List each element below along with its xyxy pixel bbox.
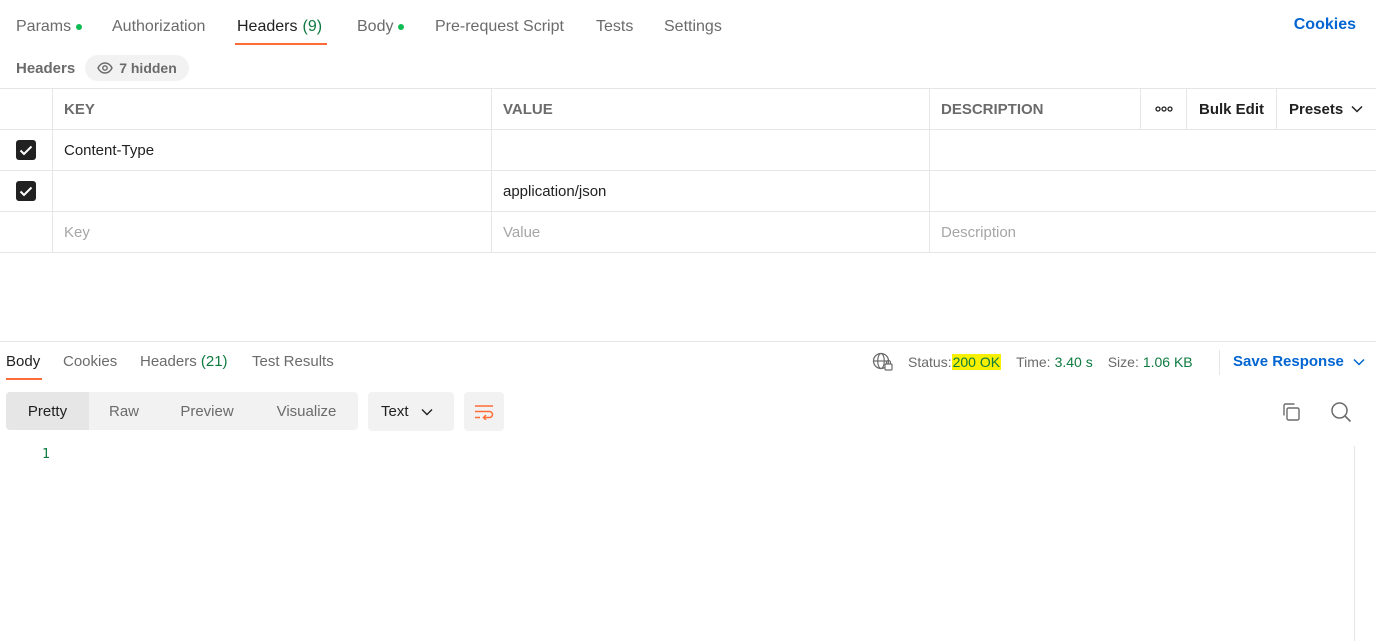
tab-count: (9) — [302, 18, 323, 35]
modified-dot-icon — [398, 24, 405, 30]
tab-label: Authorization — [112, 18, 206, 35]
row-enabled-checkbox[interactable] — [16, 181, 36, 201]
key-cell[interactable] — [52, 171, 491, 211]
table-header-row: KEY VALUE DESCRIPTION Bulk Edit Presets — [0, 88, 1376, 130]
tab-label: Tests — [596, 18, 634, 35]
tab-body[interactable]: Body — [357, 16, 405, 38]
tab-settings[interactable]: Settings — [664, 16, 722, 38]
tab-count: (21) — [200, 353, 228, 370]
save-response-label: Save Response — [1233, 353, 1344, 370]
value-cell[interactable] — [491, 130, 929, 170]
response-tab-headers[interactable]: Headers (21) — [140, 353, 228, 370]
chevron-down-icon — [1353, 358, 1365, 366]
language-select-value: Text — [381, 403, 409, 420]
eye-icon — [97, 62, 113, 74]
row-checkbox-cell — [0, 171, 52, 211]
active-response-tab-indicator — [6, 378, 42, 380]
value-cell[interactable]: application/json — [491, 171, 929, 211]
time-label: Time: — [1016, 354, 1051, 370]
active-tab-indicator — [235, 43, 327, 45]
row-enabled-checkbox[interactable] — [16, 140, 36, 160]
headers-subheader: Headers 7 hidden — [16, 55, 189, 81]
new-entry-row: Key Value Description — [0, 212, 1376, 253]
response-status-bar: Status: 200 OK Time: 3.40 s Size: 1.06 K… — [872, 351, 1193, 373]
modified-dot-icon — [76, 24, 83, 30]
column-header-key: KEY — [52, 89, 491, 129]
tab-params[interactable]: Params — [16, 16, 83, 38]
format-visualize-button[interactable]: Visualize — [255, 392, 358, 430]
description-cell[interactable] — [929, 171, 1376, 211]
hidden-headers-toggle[interactable]: 7 hidden — [85, 55, 189, 81]
tab-label: Body — [357, 18, 394, 35]
checkmark-icon — [19, 145, 33, 155]
cookies-link[interactable]: Cookies — [1294, 16, 1356, 34]
response-tab-cookies[interactable]: Cookies — [63, 353, 117, 370]
checkmark-icon — [19, 186, 33, 196]
column-header-value: VALUE — [491, 89, 929, 129]
format-preview-button[interactable]: Preview — [159, 392, 255, 430]
tab-label: Headers — [140, 353, 197, 370]
size-value[interactable]: 1.06 KB — [1143, 354, 1193, 370]
more-options-button[interactable] — [1140, 89, 1186, 129]
tab-label: Settings — [664, 18, 722, 35]
row-checkbox-cell — [0, 212, 52, 252]
time-value[interactable]: 3.40 s — [1055, 354, 1093, 370]
value-input[interactable]: Value — [491, 212, 929, 252]
status-label: Status: — [908, 354, 952, 370]
headers-table: KEY VALUE DESCRIPTION Bulk Edit Presets — [0, 88, 1376, 253]
column-header-description: DESCRIPTION — [929, 89, 1140, 129]
wrap-lines-icon — [475, 404, 494, 420]
search-icon — [1331, 402, 1352, 423]
status-value[interactable]: 200 OK — [951, 354, 1002, 370]
description-input[interactable]: Description — [929, 212, 1376, 252]
response-tab-test-results[interactable]: Test Results — [252, 353, 334, 370]
tab-label: Pre-request Script — [435, 18, 564, 35]
more-horizontal-icon — [1154, 106, 1173, 112]
tab-label: Params — [16, 18, 72, 35]
save-response-button[interactable]: Save Response — [1233, 353, 1365, 370]
row-checkbox-cell — [0, 130, 52, 170]
network-globe-icon[interactable] — [872, 352, 894, 372]
key-cell[interactable]: Content-Type — [52, 130, 491, 170]
headers-section-title: Headers — [16, 59, 76, 77]
tab-headers[interactable]: Headers (9) — [237, 16, 322, 38]
line-number: 1 — [42, 447, 50, 462]
chevron-down-icon — [1351, 105, 1363, 113]
presets-dropdown[interactable]: Presets — [1276, 89, 1376, 129]
size-label: Size: — [1107, 354, 1139, 370]
key-input[interactable]: Key — [52, 212, 491, 252]
wrap-lines-button[interactable] — [464, 392, 504, 431]
format-pretty-button[interactable]: Pretty — [6, 392, 89, 430]
response-format-group: Pretty Raw Preview Visualize — [6, 392, 358, 430]
request-tabs: Params Authorization Headers (9) Body Pr… — [0, 0, 1376, 48]
language-select[interactable]: Text — [368, 392, 454, 431]
chevron-down-icon — [421, 408, 433, 415]
tab-tests[interactable]: Tests — [596, 16, 633, 38]
bulk-edit-button[interactable]: Bulk Edit — [1186, 89, 1276, 129]
tab-pre-request-script[interactable]: Pre-request Script — [435, 16, 564, 38]
description-cell[interactable] — [929, 130, 1376, 170]
editor-scrollbar[interactable] — [1354, 446, 1355, 641]
pane-divider[interactable] — [0, 341, 1376, 342]
table-row: Content-Type — [0, 130, 1376, 171]
table-row: application/json — [0, 171, 1376, 212]
copy-icon — [1283, 403, 1300, 421]
hidden-count: 7 hidden — [119, 60, 177, 76]
presets-label: Presets — [1289, 100, 1344, 118]
response-tab-body[interactable]: Body — [6, 353, 40, 370]
search-button[interactable] — [1329, 400, 1353, 424]
copy-button[interactable] — [1279, 400, 1303, 424]
format-raw-button[interactable]: Raw — [89, 392, 159, 430]
tab-authorization[interactable]: Authorization — [112, 16, 205, 38]
divider — [1219, 350, 1220, 375]
header-checkbox-column — [0, 89, 52, 129]
tab-label: Headers — [237, 18, 298, 35]
